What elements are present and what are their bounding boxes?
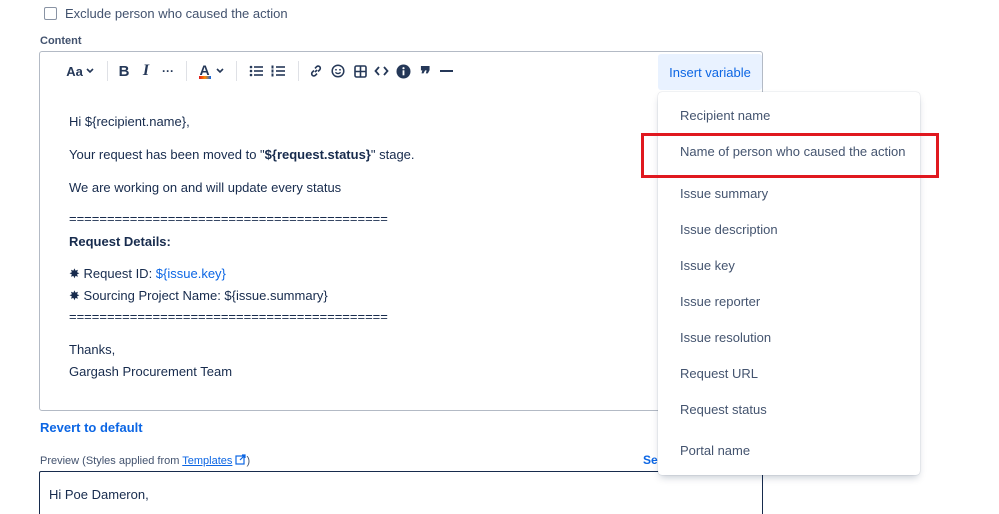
text-color-label: A — [199, 61, 210, 78]
highlight-box — [641, 133, 939, 178]
external-link-icon — [235, 454, 247, 465]
menu-item-issue-description[interactable]: Issue description — [680, 222, 778, 237]
quote-icon[interactable]: ❞ — [416, 61, 434, 85]
exclude-person-checkbox[interactable] — [44, 7, 57, 20]
text-style-icon[interactable]: Aa — [65, 61, 95, 81]
email-details-heading: Request Details: — [69, 234, 171, 249]
exclude-person-checkbox-row[interactable]: Exclude person who caused the action — [44, 6, 288, 21]
preview-side-link[interactable]: Se — [643, 453, 658, 467]
more-formatting-icon[interactable]: ··· — [160, 61, 176, 81]
revert-to-default-link[interactable]: Revert to default — [40, 420, 143, 435]
preview-box: Hi Poe Dameron, — [39, 471, 763, 514]
templates-link[interactable]: Templates — [182, 455, 232, 467]
info-icon[interactable] — [395, 61, 411, 81]
table-icon[interactable] — [352, 61, 368, 81]
menu-item-portal-name[interactable]: Portal name — [680, 443, 750, 458]
preview-greeting: Hi Poe Dameron, — [49, 487, 149, 502]
italic-label: I — [142, 62, 150, 79]
menu-item-recipient-name[interactable]: Recipient name — [680, 108, 770, 123]
menu-item-request-status[interactable]: Request status — [680, 402, 767, 417]
menu-item-issue-summary[interactable]: Issue summary — [680, 186, 768, 201]
link-icon[interactable] — [308, 61, 324, 81]
menu-item-issue-resolution[interactable]: Issue resolution — [680, 330, 771, 345]
text-color-icon[interactable]: A — [198, 61, 224, 81]
bold-icon[interactable]: B — [117, 61, 131, 81]
email-divider-top: ========================================… — [69, 211, 388, 226]
request-id-variable: ${issue.key} — [155, 266, 226, 281]
menu-item-issue-reporter[interactable]: Issue reporter — [680, 294, 760, 309]
preview-label: Preview (Styles applied from Templates ) — [40, 454, 251, 467]
email-greeting: Hi ${recipient.name}, — [69, 114, 190, 129]
editor-toolbar: Aa B I ··· A ❞ Insert variable — [40, 52, 762, 90]
menu-item-issue-key[interactable]: Issue key — [680, 258, 735, 273]
insert-variable-button[interactable]: Insert variable — [658, 54, 762, 90]
email-line-working: We are working on and will update every … — [69, 180, 342, 195]
email-signature: Gargash Procurement Team — [69, 364, 233, 379]
numbered-list-icon[interactable] — [270, 61, 286, 81]
color-bar — [198, 75, 211, 79]
bold-label: B — [118, 62, 130, 80]
exclude-person-label: Exclude person who caused the action — [65, 6, 288, 21]
email-line-status: Your request has been moved to "${reques… — [69, 147, 415, 162]
menu-item-request-url[interactable]: Request URL — [680, 366, 758, 381]
divider-icon[interactable] — [438, 61, 454, 81]
more-label: ··· — [162, 64, 174, 78]
content-label: Content — [40, 35, 82, 47]
emoji-icon[interactable] — [330, 61, 346, 81]
email-request-id: ✸ Request ID: ${issue.key} — [69, 266, 226, 281]
email-project-name: ✸ Sourcing Project Name: ${issue.summary… — [69, 288, 328, 303]
content-editor[interactable]: Aa B I ··· A ❞ Insert variable Hi ${reci… — [39, 51, 763, 411]
email-thanks: Thanks, — [69, 342, 116, 357]
code-icon[interactable] — [373, 61, 389, 81]
italic-icon[interactable]: I — [140, 61, 152, 81]
email-divider-bottom: ========================================… — [69, 309, 388, 324]
bullet-list-icon[interactable] — [248, 61, 264, 81]
text-style-label: Aa — [66, 63, 83, 79]
